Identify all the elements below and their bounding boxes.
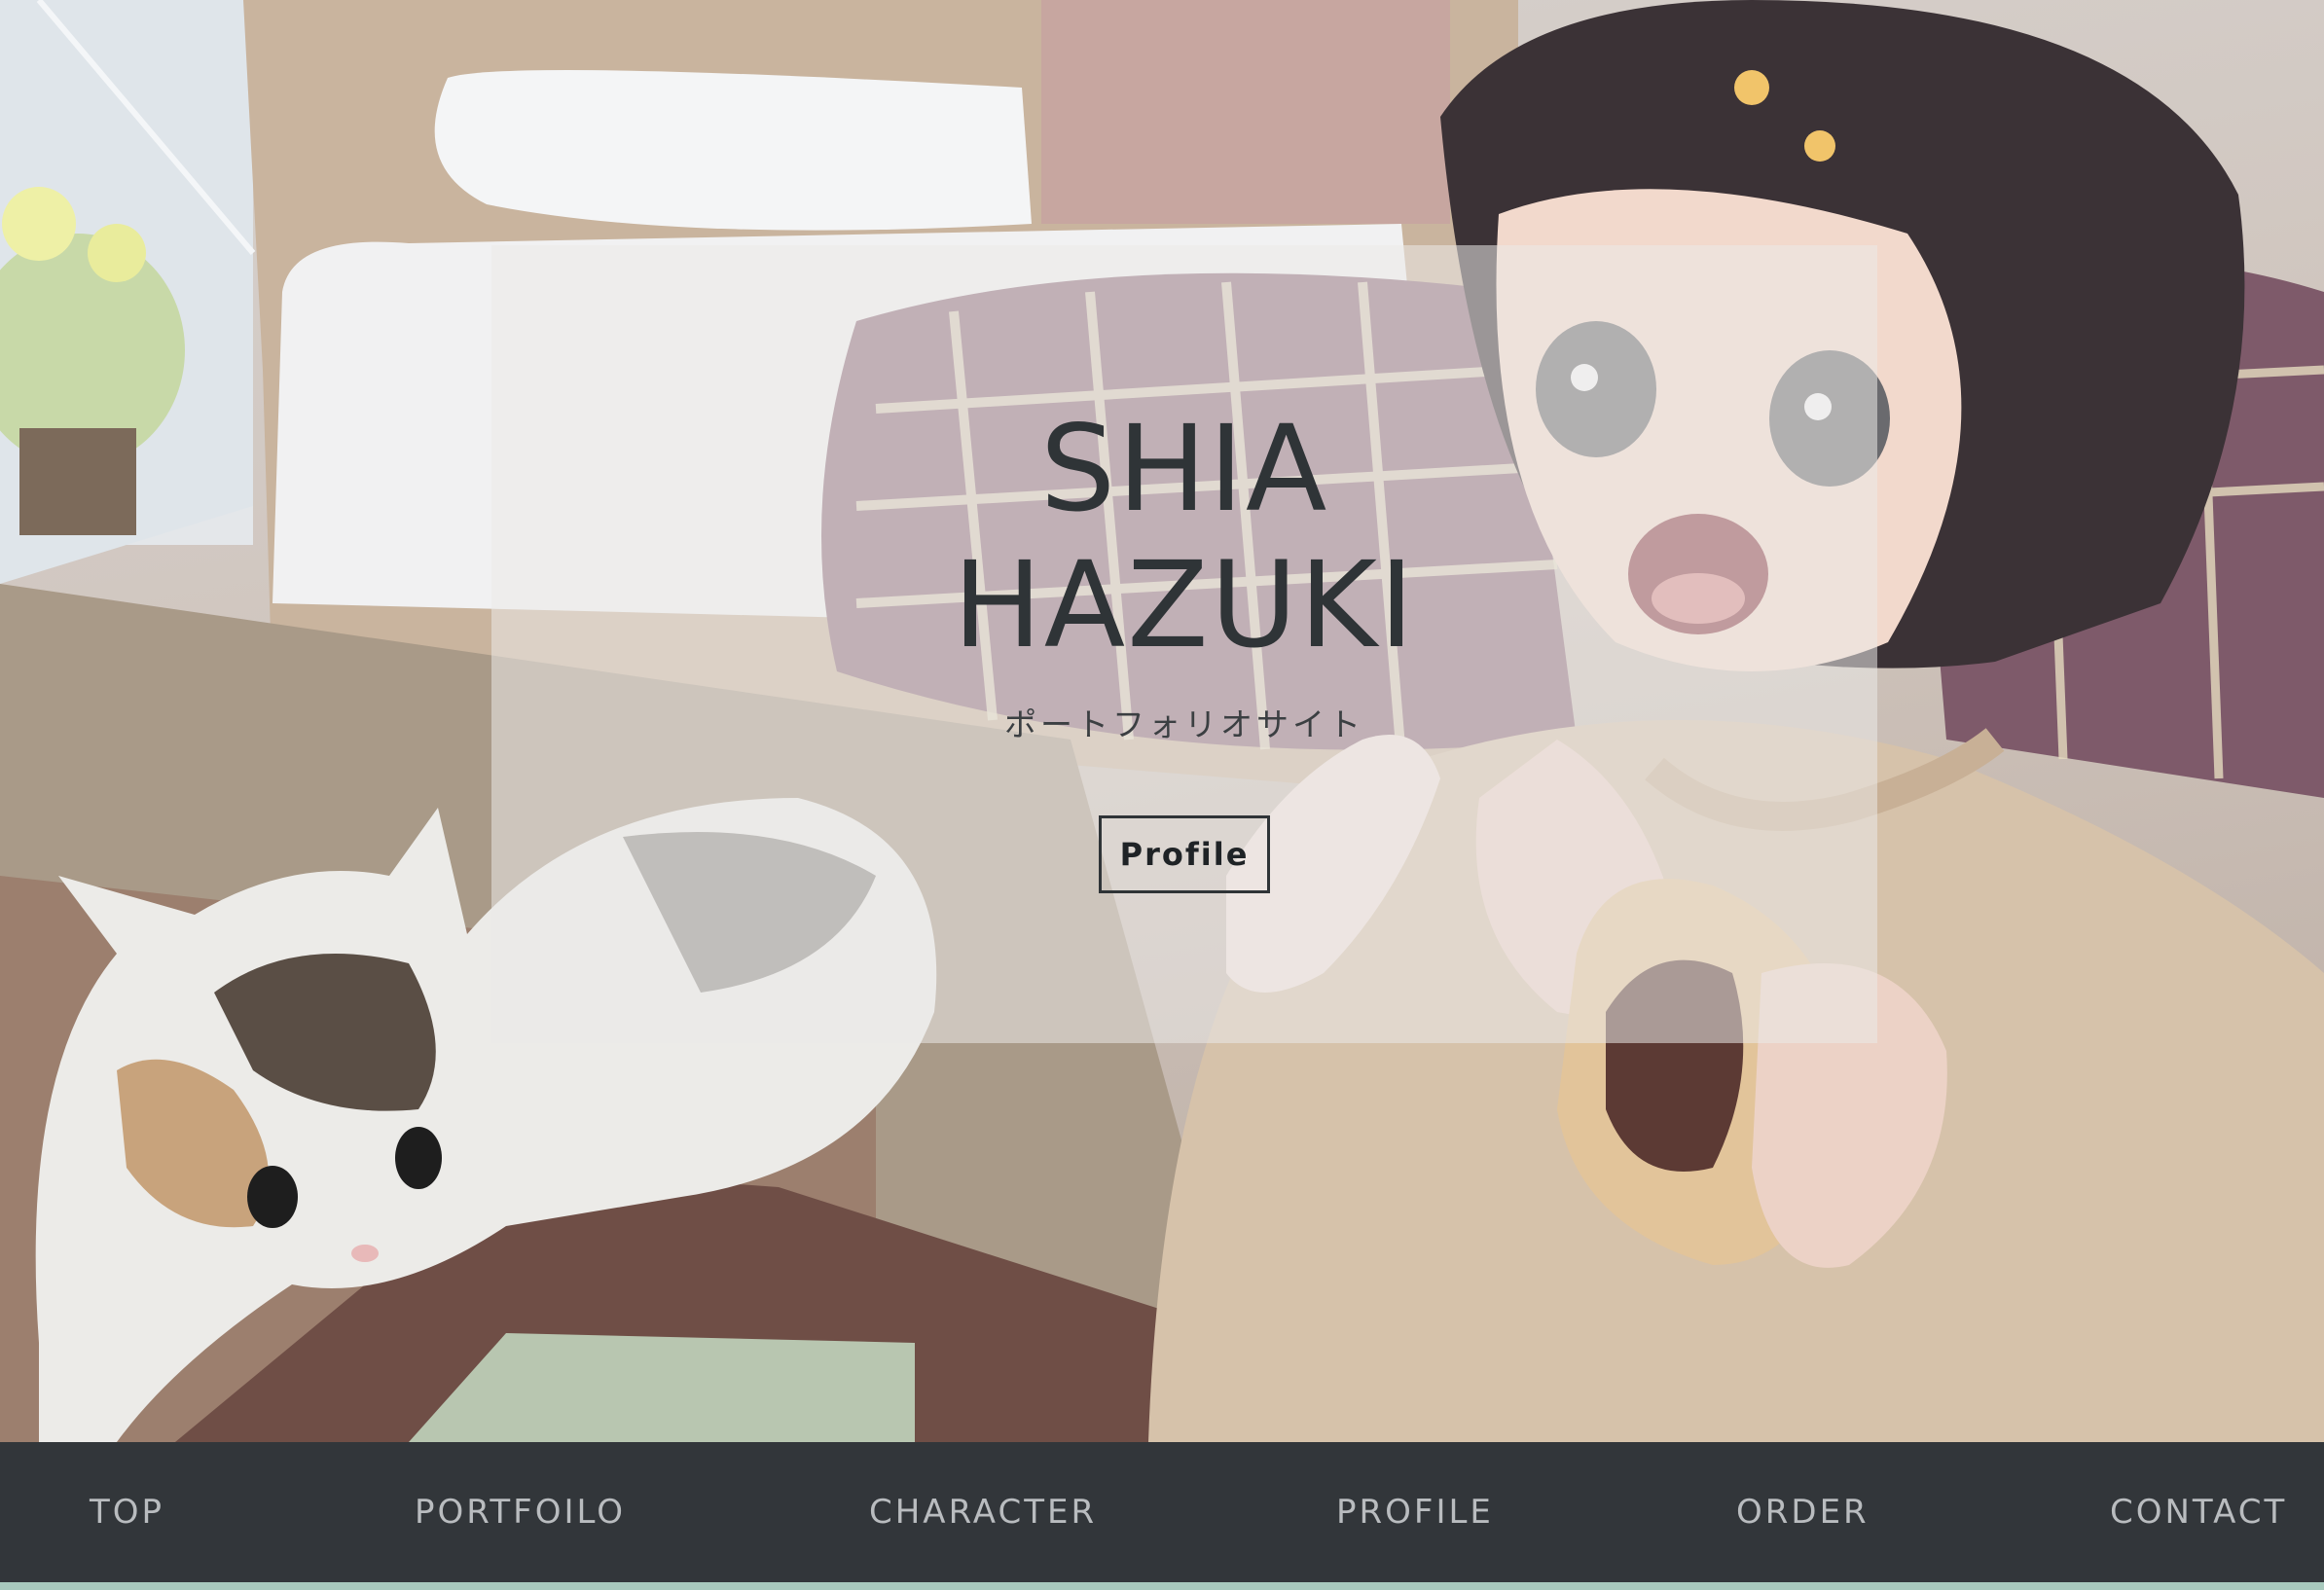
nav-item-character[interactable]: CHARACTER (869, 1442, 1097, 1582)
profile-button[interactable]: Profile (1099, 815, 1270, 893)
site-subtitle: ポートフォリオサイト (1004, 705, 1364, 743)
nav-item-top[interactable]: TOP (90, 1442, 164, 1582)
site-title-line2: HAZUKI (952, 536, 1417, 674)
hero-section: SHIA HAZUKI ポートフォリオサイト Profile (0, 0, 2324, 1442)
nav-item-profile[interactable]: PROFILE (1336, 1442, 1494, 1582)
nav-item-order[interactable]: ORDER (1736, 1442, 1870, 1582)
title-card: SHIA HAZUKI ポートフォリオサイト Profile (491, 245, 1877, 1043)
site-title: SHIA HAZUKI (953, 401, 1416, 673)
global-nav: TOP PORTFOILO CHARACTER PROFILE ORDER CO… (0, 1442, 2324, 1582)
nav-item-portfolio[interactable]: PORTFOILO (415, 1442, 626, 1582)
site-title-line1: SHIA (1039, 400, 1329, 538)
nav-accent-line (0, 1582, 2324, 1590)
nav-item-contact[interactable]: CONTACT (2110, 1442, 2287, 1582)
